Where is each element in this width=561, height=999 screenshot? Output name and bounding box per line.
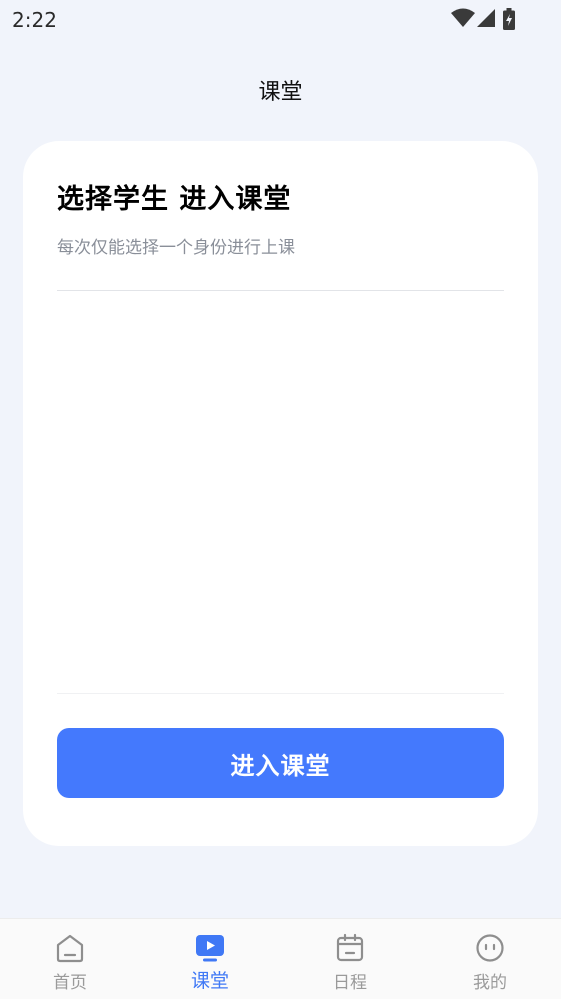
tab-schedule[interactable]: 日程 [280,919,420,999]
screen: 2:22 课堂 选择学生 进入课堂 每次仅能选择一个身份进行上课 进入课堂 首页… [0,0,561,999]
status-bar: 2:22 [0,0,561,40]
enter-classroom-button[interactable]: 进入课堂 [57,728,504,798]
select-student-card: 选择学生 进入课堂 每次仅能选择一个身份进行上课 进入课堂 [23,141,538,846]
student-list[interactable] [57,291,504,693]
tab-classroom[interactable]: 课堂 [140,919,280,999]
divider [57,693,504,694]
status-time: 2:22 [12,8,57,32]
battery-charging-icon [503,8,515,30]
cellular-signal-icon [477,9,495,27]
tab-home[interactable]: 首页 [0,919,140,999]
card-subtitle: 每次仅能选择一个身份进行上课 [57,238,295,258]
tab-label: 日程 [333,973,367,993]
calendar-icon [336,933,364,962]
tab-label: 首页 [53,973,87,993]
card-title: 选择学生 进入课堂 [57,184,292,215]
status-icons [441,8,521,30]
wifi-icon [451,8,475,27]
classroom-play-icon [196,935,224,962]
bottom-tab-bar: 首页 课堂 日程 我的 [0,918,561,999]
profile-face-icon [476,934,504,962]
page-title: 课堂 [258,80,303,105]
tab-label: 课堂 [190,970,229,992]
tab-mine[interactable]: 我的 [420,919,560,999]
tab-label: 我的 [473,973,507,993]
home-icon [56,934,84,963]
